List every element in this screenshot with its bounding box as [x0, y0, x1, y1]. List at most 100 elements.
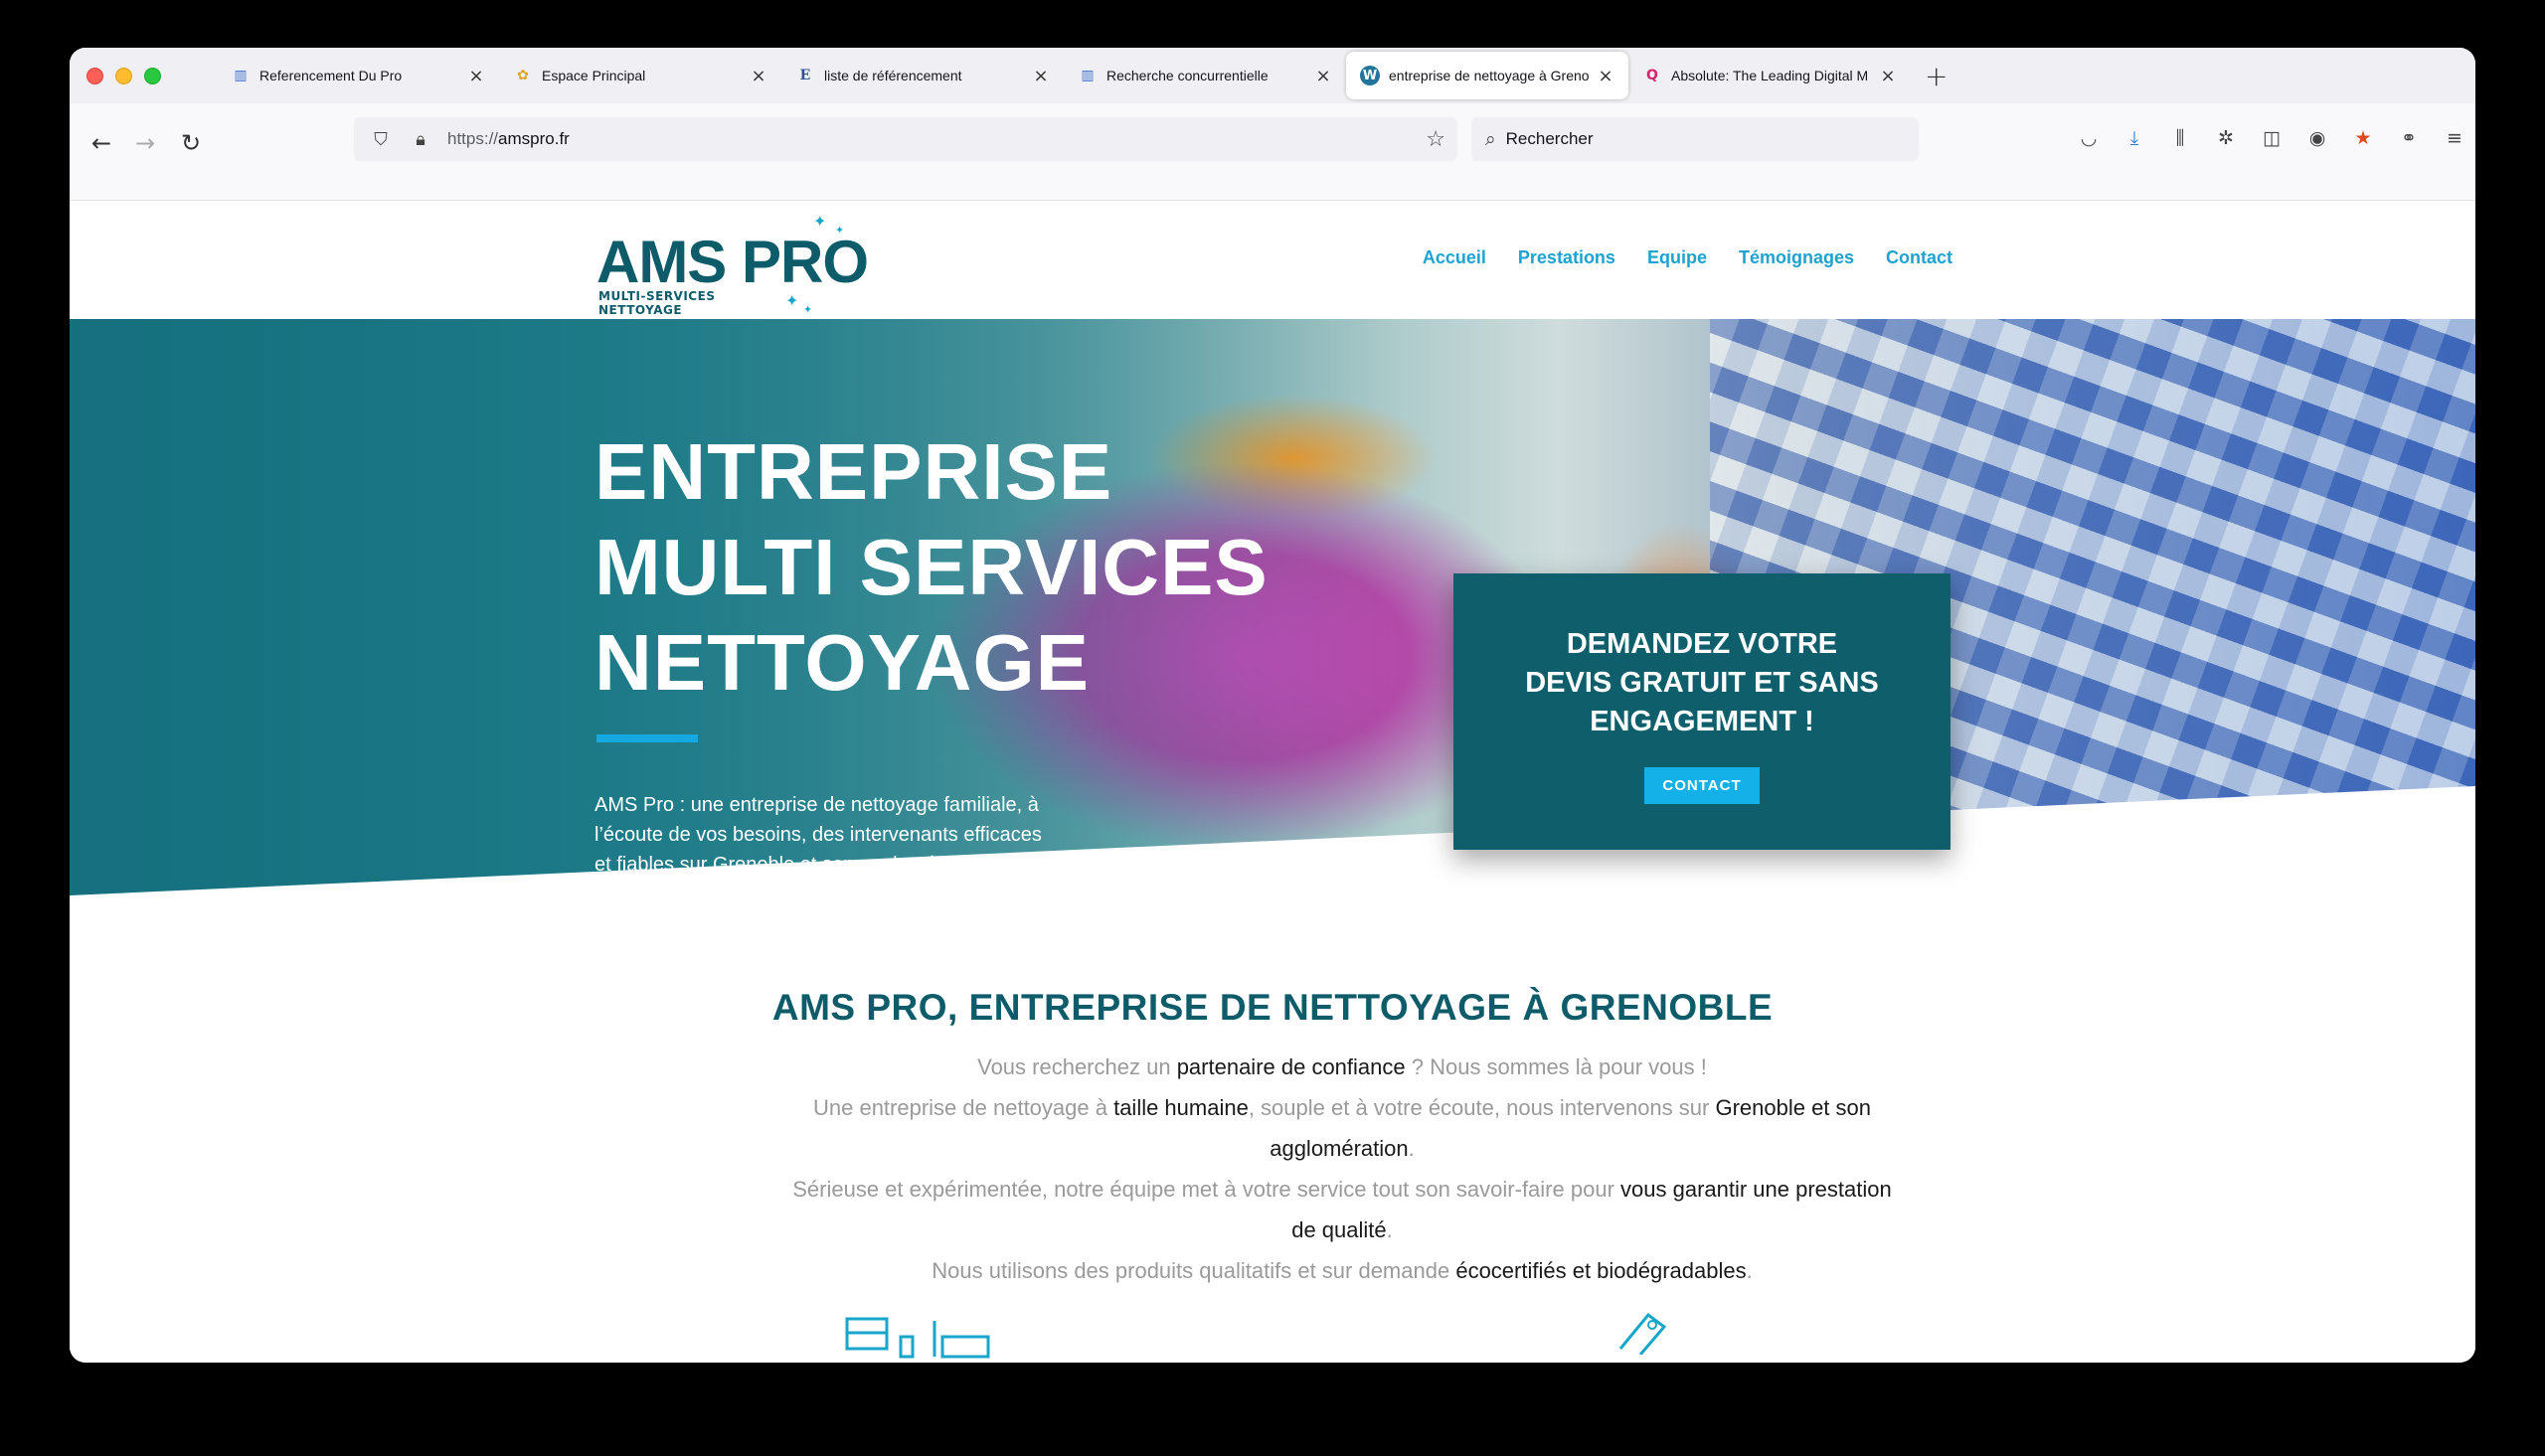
- extension-gear-icon[interactable]: ✲: [2213, 125, 2239, 151]
- nav-equipe[interactable]: Equipe: [1647, 247, 1707, 268]
- minimize-window-button[interactable]: [115, 67, 132, 84]
- url-host: amspro.fr: [498, 129, 570, 148]
- nav-accueil[interactable]: Accueil: [1423, 247, 1486, 268]
- quote-line: DEVIS GRATUIT ET SANS: [1525, 667, 1879, 699]
- search-bar[interactable]: ⌕ Rechercher: [1471, 117, 1919, 161]
- quote-request-box: DEMANDEZ VOTRE DEVIS GRATUIT ET SANS ENG…: [1453, 573, 1951, 850]
- extension-link-icon[interactable]: ⚭: [2396, 125, 2422, 151]
- text-span: ? Nous sommes là pour vous !: [1405, 1054, 1707, 1079]
- tab-4-active[interactable]: W entreprise de nettoyage à Greno ×: [1346, 52, 1628, 99]
- reload-icon[interactable]: ↻: [173, 125, 209, 161]
- close-icon[interactable]: ×: [748, 66, 769, 86]
- tab-5[interactable]: Q Absolute: The Leading Digital M ×: [1628, 53, 1911, 98]
- hero-title-line: MULTI SERVICES: [594, 523, 1269, 611]
- site-header: AMS PRO MULTI-SERVICES NETTOYAGE ✦ ✦ ✦ ✦…: [70, 202, 2475, 319]
- text-span: , souple et à votre écoute, nous interve…: [1248, 1095, 1716, 1120]
- tab-title: Absolute: The Leading Digital M: [1671, 68, 1869, 83]
- hero-title-line: NETTOYAGE: [594, 618, 1091, 707]
- close-icon[interactable]: ×: [1877, 66, 1899, 86]
- section-title: AMS PRO, ENTREPRISE DE NETTOYAGE À GRENO…: [771, 987, 1774, 1028]
- library-icon[interactable]: ⫼: [2167, 125, 2193, 151]
- wordpress-icon: W: [1360, 66, 1380, 85]
- contact-button[interactable]: CONTACT: [1644, 767, 1760, 804]
- logo-subtitle-2: NETTOYAGE: [598, 303, 683, 317]
- text-span: Une entreprise de nettoyage à: [812, 1095, 1114, 1120]
- browser-window: ▥ Referencement Du Pro × ✿ Espace Princi…: [70, 48, 2475, 1363]
- tab-0[interactable]: ▥ Referencement Du Pro ×: [217, 53, 499, 98]
- text-span: Vous recherchez un: [977, 1054, 1177, 1079]
- nav-toolbar: ← → ↻ ⛉ 🔒︎ https://amspro.fr ☆ ⌕ Recherc…: [70, 103, 2475, 201]
- shield-icon[interactable]: ⛉: [368, 129, 394, 150]
- menu-icon[interactable]: ≡: [2442, 125, 2467, 151]
- logo-main-text: AMS PRO: [596, 229, 869, 295]
- close-window-button[interactable]: [86, 67, 103, 84]
- paragraph-2: Une entreprise de nettoyage à taille hum…: [785, 1087, 1899, 1169]
- text-span: Nous utilisons des produits qualitatifs …: [932, 1258, 1456, 1283]
- tab-1[interactable]: ✿ Espace Principal ×: [499, 53, 781, 98]
- logo-subtitle-1: MULTI-SERVICES: [598, 289, 716, 303]
- lock-icon[interactable]: 🔒︎: [408, 129, 433, 150]
- sparkle-icon: ✦: [835, 224, 845, 237]
- text-span: Sérieuse et expérimentée, notre équipe m…: [792, 1177, 1621, 1202]
- paragraph-1: Vous recherchez un partenaire de confian…: [785, 1047, 1899, 1087]
- text-span: .: [1408, 1136, 1415, 1161]
- close-icon[interactable]: ×: [465, 66, 487, 86]
- close-icon[interactable]: ×: [1312, 66, 1334, 86]
- search-icon: ⌕: [1485, 128, 1496, 150]
- hero-intro-line: AMS Pro : une entreprise de nettoyage fa…: [594, 794, 1039, 816]
- back-arrow-icon[interactable]: ←: [84, 125, 119, 161]
- bookmark-star-icon[interactable]: ☆: [1426, 127, 1445, 152]
- address-bar[interactable]: ⛉ 🔒︎ https://amspro.fr ☆: [354, 117, 1457, 161]
- hero-accent-bar: [596, 734, 698, 742]
- account-icon[interactable]: ◉: [2304, 125, 2330, 151]
- highlight-text: écocertifiés et biodégradables: [1455, 1258, 1747, 1283]
- nav-temoignages[interactable]: Témoignages: [1739, 247, 1854, 268]
- tab-strip: ▥ Referencement Du Pro × ✿ Espace Princi…: [70, 48, 2475, 103]
- nav-contact[interactable]: Contact: [1886, 247, 1952, 268]
- hero-title: ENTREPRISE MULTI SERVICES NETTOYAGE: [594, 424, 1269, 711]
- quote-line: DEMANDEZ VOTRE: [1566, 628, 1838, 660]
- text-span: .: [1746, 1258, 1753, 1283]
- tab-3[interactable]: ▥ Recherche concurrentielle ×: [1064, 53, 1346, 98]
- extension-star-icon[interactable]: ★: [2350, 125, 2376, 151]
- main-navigation: Accueil Prestations Equipe Témoignages C…: [1423, 247, 1952, 268]
- e-letter-icon: E: [799, 68, 811, 83]
- chart-icon: ▥: [234, 68, 248, 83]
- colorful-app-icon: ✿: [517, 68, 529, 83]
- hero-banner: ENTREPRISE MULTI SERVICES NETTOYAGE AMS …: [70, 319, 2475, 895]
- site-logo[interactable]: AMS PRO MULTI-SERVICES NETTOYAGE ✦ ✦ ✦ ✦: [596, 212, 875, 317]
- tab-title: Referencement Du Pro: [259, 68, 403, 83]
- url-text[interactable]: https://amspro.fr: [447, 129, 570, 149]
- nav-prestations[interactable]: Prestations: [1518, 247, 1615, 268]
- sidebar-icon[interactable]: ◫: [2259, 125, 2285, 151]
- highlight-text: taille humaine: [1113, 1095, 1249, 1120]
- hero-diagonal-edge: [70, 786, 2475, 895]
- section-description: Vous recherchez un partenaire de confian…: [785, 1047, 1899, 1291]
- tab-title: Espace Principal: [542, 68, 646, 83]
- hero-title-line: ENTREPRISE: [594, 427, 1113, 516]
- highlight-text: partenaire de confiance: [1176, 1054, 1406, 1079]
- office-desk-icon: [845, 1317, 990, 1359]
- q-icon: Q: [1646, 68, 1658, 83]
- tab-title: Recherche concurrentielle: [1106, 68, 1269, 83]
- paragraph-4: Nous utilisons des produits qualitatifs …: [785, 1250, 1899, 1291]
- hero-intro-line: et fiables sur Grenoble et son aggloméra…: [594, 854, 992, 876]
- sparkle-icon: ✦: [813, 212, 827, 231]
- hero-intro-text: AMS Pro : une entreprise de nettoyage fa…: [594, 790, 1151, 880]
- close-icon[interactable]: ×: [1030, 66, 1052, 86]
- forward-arrow-icon[interactable]: →: [127, 125, 163, 161]
- zoom-window-button[interactable]: [144, 67, 161, 84]
- cleaning-tag-icon: [1618, 1312, 1667, 1355]
- paragraph-3: Sérieuse et expérimentée, notre équipe m…: [785, 1169, 1899, 1250]
- close-icon[interactable]: ×: [1595, 66, 1616, 86]
- quote-line: ENGAGEMENT !: [1590, 706, 1814, 737]
- tab-title: entreprise de nettoyage à Greno: [1389, 68, 1590, 83]
- window-controls: [86, 67, 161, 84]
- toolbar-icons: ◡ ⤓ ⫼ ✲ ◫ ◉ ★ ⚭ ≡: [2076, 125, 2467, 151]
- pocket-icon[interactable]: ◡: [2076, 125, 2102, 151]
- new-tab-button[interactable]: +: [1925, 60, 1948, 92]
- sparkle-icon: ✦: [803, 303, 813, 316]
- sparkle-icon: ✦: [785, 291, 799, 310]
- tab-2[interactable]: E liste de référencement ×: [781, 53, 1064, 98]
- download-icon[interactable]: ⤓: [2121, 125, 2147, 151]
